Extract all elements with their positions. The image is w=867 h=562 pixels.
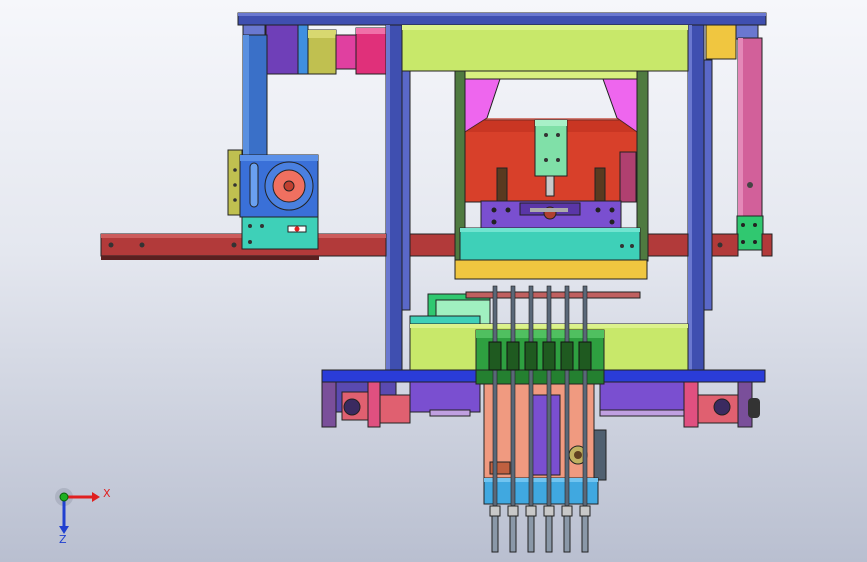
top-plate [401,24,689,72]
top-beam [237,12,767,26]
z-axis-label: Z [59,533,67,546]
viewport-background [0,0,867,562]
left-gear-motor [227,149,319,250]
assembly-drawing: X Z [0,0,867,562]
left-post [242,34,268,156]
x-axis-label: X [103,487,111,500]
cad-viewport[interactable]: X Z [0,0,867,562]
y-axis-dot [59,492,69,502]
horizontal-rail [100,233,773,260]
